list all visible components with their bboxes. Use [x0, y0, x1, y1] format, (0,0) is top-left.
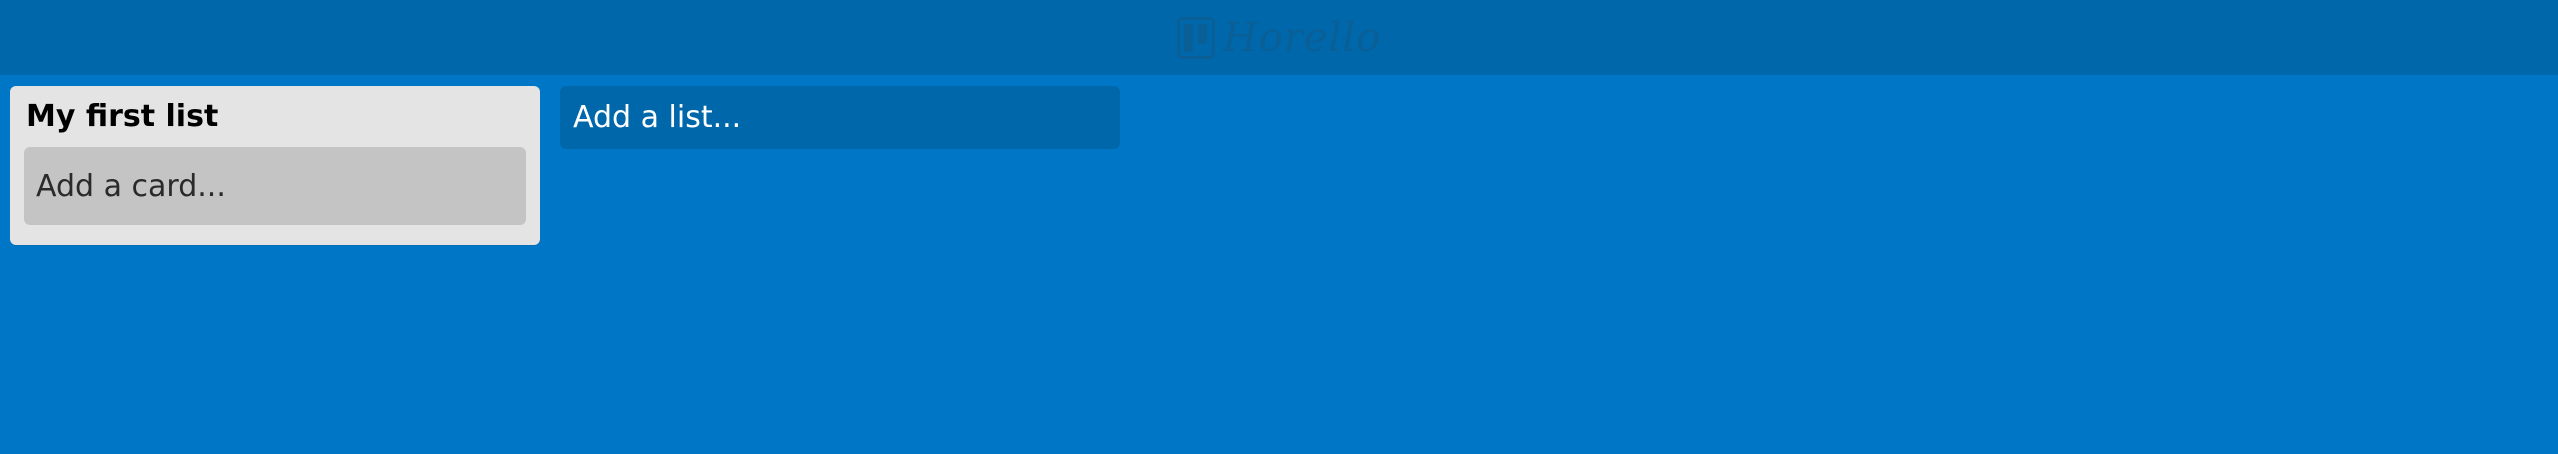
list-title[interactable]: My first list — [26, 100, 526, 133]
app-logo-text: Horello — [1222, 14, 1382, 61]
board-icon — [1176, 16, 1215, 59]
app-header: Horello — [0, 0, 2558, 75]
app-logo[interactable]: Horello — [0, 0, 2558, 75]
add-card-button[interactable]: Add a card... — [24, 147, 526, 225]
list: My first list Add a card... — [10, 86, 540, 245]
add-list-button[interactable]: Add a list... — [560, 86, 1120, 149]
board: My first list Add a card... Add a list..… — [10, 86, 1120, 245]
